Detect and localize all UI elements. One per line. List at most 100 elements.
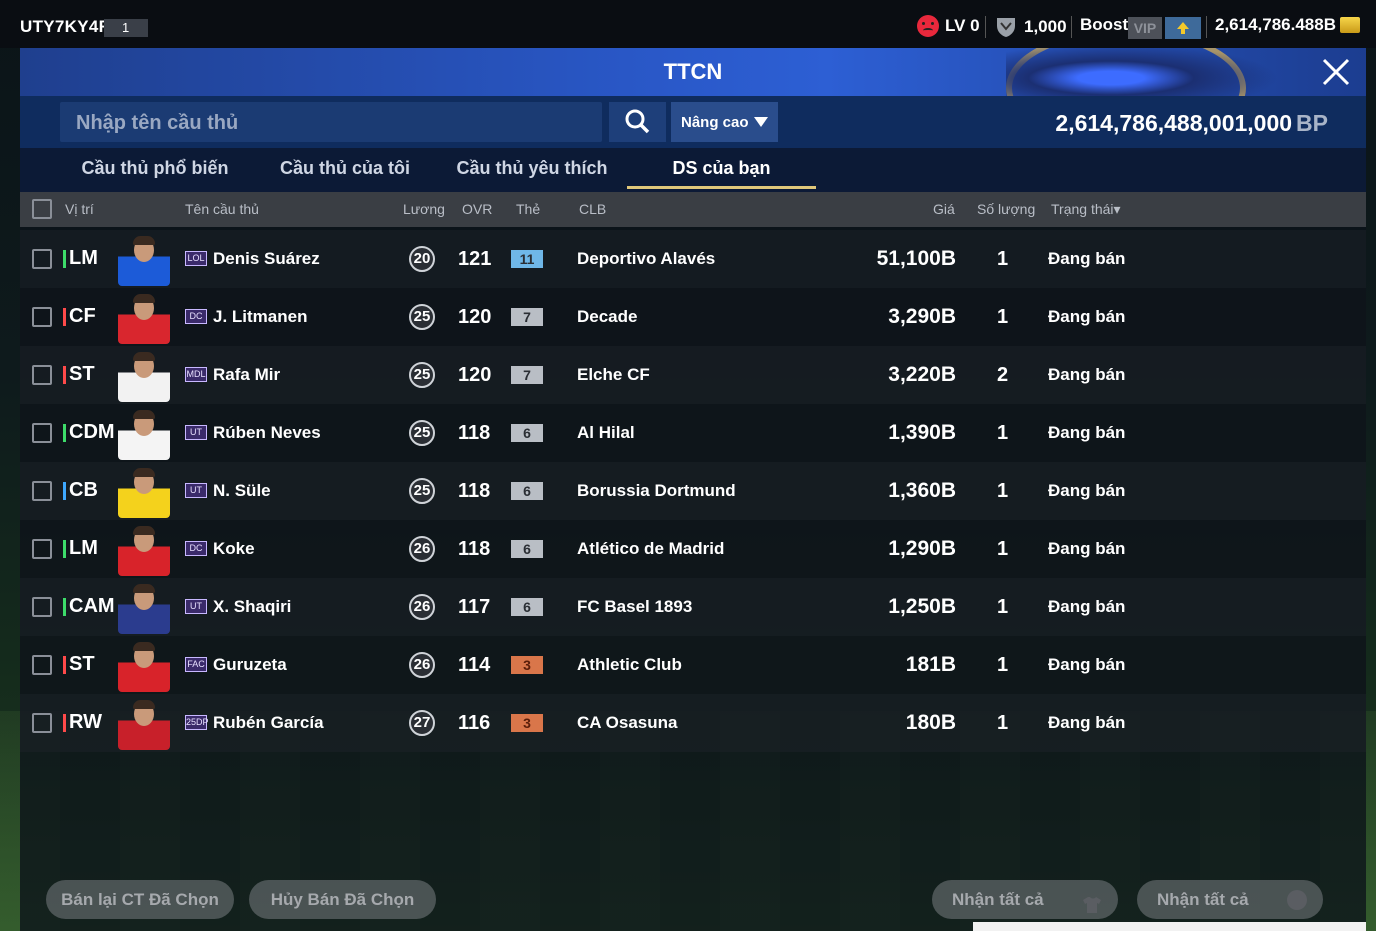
tab-favorite-players[interactable]: Cầu thủ yêu thích (437, 158, 627, 179)
card-grade: 6 (511, 540, 543, 558)
tab-popular-players[interactable]: Cầu thủ phổ biến (60, 158, 250, 179)
player-position: CAM (69, 595, 115, 617)
player-avatar[interactable] (118, 232, 170, 286)
player-avatar[interactable] (118, 464, 170, 518)
boost-up-button[interactable] (1165, 17, 1201, 39)
listing-status: Đang bán (1048, 713, 1126, 732)
card-grade: 6 (511, 598, 543, 616)
listing-quantity: 1 (997, 248, 1009, 270)
player-avatar[interactable] (118, 522, 170, 576)
row-checkbox[interactable] (32, 423, 52, 443)
listing-status: Đang bán (1048, 365, 1126, 384)
season-badge: 25DP (185, 715, 209, 730)
season-badge: MDL (185, 367, 207, 382)
coin-amount: 2,614,786.488B (1215, 15, 1336, 34)
player-name[interactable]: N. Süle (213, 481, 271, 501)
position-color-bar (63, 424, 66, 442)
position-color-bar (63, 482, 66, 500)
player-avatar[interactable] (118, 348, 170, 402)
card-grade: 3 (511, 714, 543, 732)
col-card[interactable]: Thẻ (516, 201, 540, 217)
resell-selected-button[interactable]: Bán lại CT Đã Chọn (46, 880, 234, 919)
listing-quantity: 1 (997, 422, 1009, 444)
player-position: CB (69, 479, 98, 501)
col-salary[interactable]: Lương (403, 201, 445, 217)
player-search-input[interactable]: Nhập tên cầu thủ (60, 102, 602, 142)
row-checkbox[interactable] (32, 365, 52, 385)
card-grade: 3 (511, 656, 543, 674)
sad-face-icon (917, 15, 939, 37)
listing-status: Đang bán (1048, 539, 1126, 558)
panel-header: TTCN (20, 48, 1366, 96)
bp-amount: 2,614,786,488,001,000 (1055, 110, 1293, 136)
col-player-name[interactable]: Tên cầu thủ (185, 201, 259, 217)
club-name: Al Hilal (577, 423, 635, 442)
player-avatar[interactable] (118, 696, 170, 750)
player-name[interactable]: J. Litmanen (213, 307, 307, 327)
season-badge: UT (185, 483, 207, 498)
select-all-checkbox[interactable] (32, 199, 52, 219)
search-icon (625, 109, 650, 134)
position-color-bar (63, 598, 66, 616)
coins-icon (1340, 17, 1360, 33)
player-avatar[interactable] (118, 638, 170, 692)
club-name: Borussia Dortmund (577, 481, 736, 500)
salary-badge: 26 (409, 536, 435, 562)
player-name[interactable]: Rúben Neves (213, 423, 321, 443)
ovr-value: 116 (458, 712, 491, 734)
position-color-bar (63, 540, 66, 558)
row-checkbox[interactable] (32, 655, 52, 675)
player-name[interactable]: Guruzeta (213, 655, 287, 675)
row-checkbox[interactable] (32, 307, 52, 327)
season-badge: LOL (185, 251, 207, 266)
overlay-edge (973, 922, 1366, 931)
col-ovr[interactable]: OVR (462, 201, 492, 217)
search-button[interactable] (609, 102, 666, 142)
col-price[interactable]: Giá (933, 201, 955, 217)
salary-badge: 27 (409, 710, 435, 736)
player-avatar[interactable] (118, 406, 170, 460)
card-grade: 7 (511, 308, 543, 326)
row-checkbox[interactable] (32, 713, 52, 733)
player-avatar[interactable] (118, 290, 170, 344)
player-name[interactable]: Koke (213, 539, 255, 559)
cancel-selected-sale-button[interactable]: Hủy Bán Đã Chọn (249, 880, 436, 919)
listing-price: 51,100B (876, 247, 956, 270)
row-checkbox[interactable] (32, 481, 52, 501)
position-color-bar (63, 308, 66, 326)
player-name[interactable]: X. Shaqiri (213, 597, 291, 617)
col-position[interactable]: Vị trí (65, 201, 94, 217)
season-badge: DC (185, 541, 207, 556)
player-name[interactable]: Rafa Mir (213, 365, 280, 385)
col-quantity[interactable]: Số lượng (977, 201, 1035, 217)
salary-badge: 25 (409, 420, 435, 446)
ovr-value: 120 (458, 306, 492, 328)
receive-all-bp-button[interactable]: Nhận tất cả (1137, 880, 1323, 919)
card-grade: 6 (511, 482, 543, 500)
tab-my-players[interactable]: Cầu thủ của tôi (250, 158, 440, 179)
row-checkbox[interactable] (32, 597, 52, 617)
shield-icon (994, 15, 1018, 39)
ovr-value: 118 (458, 538, 491, 560)
divider (985, 16, 986, 38)
salary-badge: 25 (409, 304, 435, 330)
advanced-filter-dropdown[interactable]: Nâng cao (671, 102, 778, 142)
position-color-bar (63, 656, 66, 674)
player-name[interactable]: Denis Suárez (213, 249, 320, 269)
tab-your-listings[interactable]: DS của bạn (627, 158, 816, 179)
receive-all-players-button[interactable]: Nhận tất cả (932, 880, 1118, 919)
listing-quantity: 2 (997, 364, 1009, 386)
player-position: CF (69, 305, 96, 327)
row-checkbox[interactable] (32, 249, 52, 269)
col-status[interactable]: Trạng thái▾ (1051, 201, 1121, 218)
player-name[interactable]: Rubén García (213, 713, 324, 733)
player-avatar[interactable] (118, 580, 170, 634)
close-button[interactable] (1318, 54, 1354, 90)
salary-badge: 26 (409, 594, 435, 620)
close-icon (1322, 58, 1350, 86)
listing-price: 1,390B (888, 421, 956, 444)
row-checkbox[interactable] (32, 539, 52, 559)
col-club[interactable]: CLB (579, 201, 606, 217)
salary-badge: 25 (409, 478, 435, 504)
ovr-value: 117 (458, 596, 491, 618)
